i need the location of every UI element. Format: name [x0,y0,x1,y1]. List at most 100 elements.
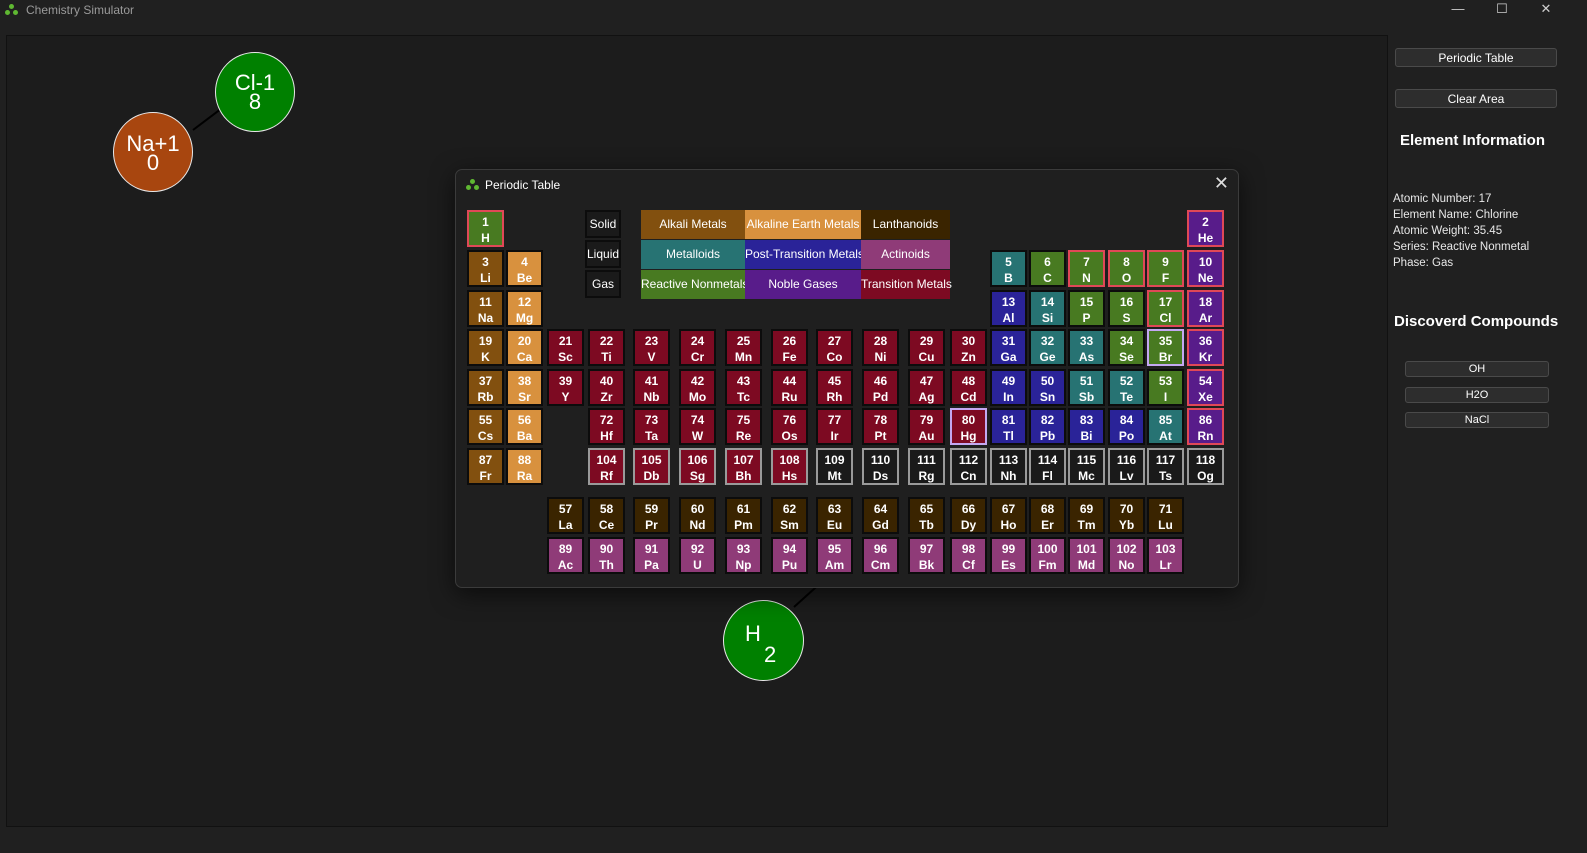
element-i[interactable]: 53 I [1147,369,1184,406]
element-fl[interactable]: 114 Fl [1029,448,1066,485]
compound-button-h2o[interactable]: H2O [1405,387,1549,403]
element-li[interactable]: 3 Li [467,250,504,287]
atom-h[interactable]: H 2 [723,600,804,681]
element-bk[interactable]: 97 Bk [908,537,945,574]
element-ra[interactable]: 88 Ra [506,448,543,485]
element-be[interactable]: 4 Be [506,250,543,287]
element-cu[interactable]: 29 Cu [908,329,945,366]
element-tc[interactable]: 43 Tc [725,369,762,406]
element-k[interactable]: 19 K [467,329,504,366]
element-ho[interactable]: 67 Ho [990,497,1027,534]
element-cd[interactable]: 48 Cd [950,369,987,406]
element-na[interactable]: 11 Na [467,290,504,327]
element-cm[interactable]: 96 Cm [862,537,899,574]
compound-button-oh[interactable]: OH [1405,361,1549,377]
element-re[interactable]: 75 Re [725,408,762,445]
element-fm[interactable]: 100 Fm [1029,537,1066,574]
element-pb[interactable]: 82 Pb [1029,408,1066,445]
element-tb[interactable]: 65 Tb [908,497,945,534]
element-in[interactable]: 49 In [990,369,1027,406]
element-co[interactable]: 27 Co [816,329,853,366]
element-au[interactable]: 79 Au [908,408,945,445]
element-ni[interactable]: 28 Ni [862,329,899,366]
element-er[interactable]: 68 Er [1029,497,1066,534]
element-zr[interactable]: 40 Zr [588,369,625,406]
element-al[interactable]: 13 Al [990,290,1027,327]
element-po[interactable]: 84 Po [1108,408,1145,445]
element-pu[interactable]: 94 Pu [771,537,808,574]
element-he[interactable]: 2 He [1187,210,1224,247]
element-cn[interactable]: 112 Cn [950,448,987,485]
element-mg[interactable]: 12 Mg [506,290,543,327]
atom-na[interactable]: Na+1 0 [113,112,193,192]
element-ds[interactable]: 110 Ds [862,448,899,485]
clear-area-button[interactable]: Clear Area [1395,89,1557,108]
element-ba[interactable]: 56 Ba [506,408,543,445]
element-og[interactable]: 118 Og [1187,448,1224,485]
element-ca[interactable]: 20 Ca [506,329,543,366]
maximize-button[interactable]: ☐ [1479,0,1525,20]
element-gd[interactable]: 64 Gd [862,497,899,534]
element-b[interactable]: 5B [990,250,1027,287]
element-sc[interactable]: 21 Sc [547,329,584,366]
element-sb[interactable]: 51 Sb [1068,369,1105,406]
element-n[interactable]: 7N [1068,250,1105,287]
element-tl[interactable]: 81 Tl [990,408,1027,445]
element-hs[interactable]: 108 Hs [771,448,808,485]
element-se[interactable]: 34 Se [1108,329,1145,366]
element-am[interactable]: 95 Am [816,537,853,574]
element-v[interactable]: 23 V [633,329,670,366]
element-as[interactable]: 33 As [1068,329,1105,366]
element-f[interactable]: 9F [1147,250,1184,287]
element-ta[interactable]: 73 Ta [633,408,670,445]
element-lr[interactable]: 103 Lr [1147,537,1184,574]
element-o[interactable]: 8O [1108,250,1145,287]
element-ne[interactable]: 10 Ne [1187,250,1224,287]
element-y[interactable]: 39 Y [547,369,584,406]
element-ce[interactable]: 58 Ce [588,497,625,534]
element-s[interactable]: 16 S [1108,290,1145,327]
element-mc[interactable]: 115 Mc [1068,448,1105,485]
element-kr[interactable]: 36 Kr [1187,329,1224,366]
element-bh[interactable]: 107 Bh [725,448,762,485]
close-window-button[interactable]: ✕ [1523,0,1569,20]
element-at[interactable]: 85 At [1147,408,1184,445]
element-no[interactable]: 102 No [1108,537,1145,574]
element-si[interactable]: 14 Si [1029,290,1066,327]
element-mo[interactable]: 42 Mo [679,369,716,406]
compound-button-nacl[interactable]: NaCl [1405,412,1549,428]
element-ac[interactable]: 89 Ac [547,537,584,574]
element-hg[interactable]: 80 Hg [950,408,987,445]
atom-cl[interactable]: Cl-1 8 [215,52,295,132]
element-tm[interactable]: 69 Tm [1068,497,1105,534]
element-rf[interactable]: 104 Rf [588,448,625,485]
element-th[interactable]: 90 Th [588,537,625,574]
periodic-table-button[interactable]: Periodic Table [1395,48,1557,67]
element-ga[interactable]: 31 Ga [990,329,1027,366]
element-nh[interactable]: 113 Nh [990,448,1027,485]
element-os[interactable]: 76 Os [771,408,808,445]
element-te[interactable]: 52 Te [1108,369,1145,406]
element-sr[interactable]: 38 Sr [506,369,543,406]
element-xe[interactable]: 54 Xe [1187,369,1224,406]
minimize-button[interactable]: — [1435,0,1481,20]
element-ge[interactable]: 32 Ge [1029,329,1066,366]
element-br[interactable]: 35 Br [1147,329,1184,366]
element-pd[interactable]: 46 Pd [862,369,899,406]
element-ag[interactable]: 47 Ag [908,369,945,406]
element-pt[interactable]: 78 Pt [862,408,899,445]
element-hf[interactable]: 72 Hf [588,408,625,445]
element-ru[interactable]: 44 Ru [771,369,808,406]
element-pr[interactable]: 59 Pr [633,497,670,534]
element-h[interactable]: 1H [467,210,504,247]
element-db[interactable]: 105 Db [633,448,670,485]
element-mn[interactable]: 25 Mn [725,329,762,366]
element-rg[interactable]: 111 Rg [908,448,945,485]
element-ts[interactable]: 117 Ts [1147,448,1184,485]
element-zn[interactable]: 30 Zn [950,329,987,366]
element-cf[interactable]: 98 Cf [950,537,987,574]
element-lu[interactable]: 71 Lu [1147,497,1184,534]
element-cr[interactable]: 24 Cr [679,329,716,366]
element-fr[interactable]: 87 Fr [467,448,504,485]
element-nd[interactable]: 60 Nd [679,497,716,534]
